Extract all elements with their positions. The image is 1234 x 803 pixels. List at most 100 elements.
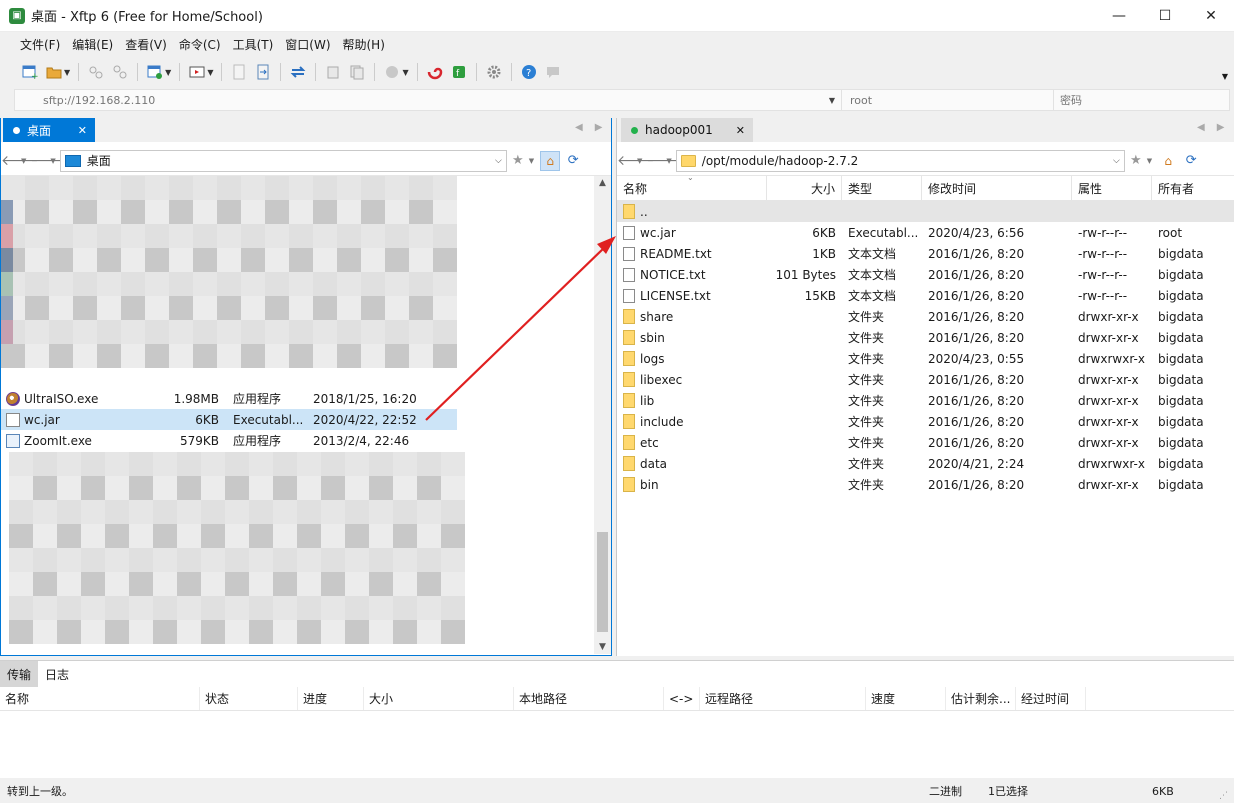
col-modified[interactable]: 修改时间 [922, 176, 1072, 200]
xfer-col-local-path[interactable]: 本地路径 [514, 687, 664, 710]
maximize-button[interactable]: ☐ [1142, 0, 1188, 32]
selection-size: 6KB [1152, 784, 1174, 798]
table-row[interactable]: lib 文件夹 2016/1/26, 8:20 drwxr-xr-x bigdata [617, 390, 1234, 411]
username-input[interactable] [850, 93, 1040, 107]
menu-view[interactable]: 查看(V) [119, 36, 173, 53]
upload-icon[interactable] [252, 61, 274, 83]
forward-arrow-icon[interactable]: 🡒 [30, 152, 68, 169]
status-circle-icon[interactable] [381, 61, 403, 83]
local-file-list: UltraISO.exe 1.98MB 应用程序 2018/1/25, 16:2… [1, 176, 596, 654]
table-row[interactable]: data 文件夹 2020/4/21, 2:24 drwxrwxr-x bigdata [617, 453, 1234, 474]
xfer-col-eta[interactable]: 估计剩余... [946, 687, 1016, 710]
refresh-icon[interactable]: ⟳ [1180, 153, 1202, 168]
print-icon[interactable] [322, 61, 344, 83]
xfer-col-progress[interactable]: 进度 [298, 687, 364, 710]
copy-icon[interactable] [346, 61, 368, 83]
table-row[interactable]: sbin 文件夹 2016/1/26, 8:20 drwxr-xr-x bigdata [617, 327, 1234, 348]
col-type[interactable]: 类型 [842, 176, 922, 200]
toolbar-overflow-icon[interactable]: ▼ [1222, 72, 1228, 81]
table-row[interactable]: libexec 文件夹 2016/1/26, 8:20 drwxr-xr-x bigda… [617, 369, 1234, 390]
tab-scroll-icon[interactable]: ◀▶ [1197, 122, 1234, 133]
tab-transfers[interactable]: 传输 [0, 660, 39, 688]
scroll-down-icon[interactable]: ▼ [594, 642, 611, 652]
connect-icon[interactable] [85, 61, 107, 83]
tab-scroll-icon[interactable]: ◀▶ [575, 122, 614, 133]
local-scrollbar[interactable]: ▲ ▼ [594, 176, 611, 654]
home-icon[interactable]: ⌂ [1158, 150, 1179, 171]
download-icon[interactable] [228, 61, 250, 83]
sync-icon[interactable] [287, 61, 309, 83]
chevron-down-icon[interactable]: ⌵ [495, 156, 502, 166]
scroll-up-icon[interactable]: ▲ [594, 178, 611, 188]
xfer-col-size[interactable]: 大小 [364, 687, 514, 710]
new-window-icon[interactable] [144, 61, 166, 83]
list-item[interactable]: UltraISO.exe 1.98MB 应用程序 2018/1/25, 16:2… [1, 388, 457, 409]
table-row[interactable]: README.txt 1KB 文本文档 2016/1/26, 8:20 -rw-r--r… [617, 243, 1234, 264]
tab-desktop[interactable]: 桌面 ✕ [3, 118, 95, 142]
open-folder-icon[interactable] [43, 61, 65, 83]
xftp-icon[interactable]: f [448, 61, 470, 83]
password-input[interactable] [1060, 93, 1220, 107]
col-attrs[interactable]: 属性 [1072, 176, 1152, 200]
status-bar: 转到上一级。 二进制 1已选择 6KB ⋰ [0, 779, 1234, 803]
table-row[interactable]: etc 文件夹 2016/1/26, 8:20 drwxr-xr-x bigdata [617, 432, 1234, 453]
close-icon[interactable]: ✕ [736, 124, 745, 137]
star-icon[interactable]: ★ [1125, 153, 1147, 168]
close-icon[interactable]: ✕ [78, 124, 87, 137]
resize-grip-icon[interactable]: ⋰ [1219, 791, 1228, 801]
table-row[interactable]: LICENSE.txt 15KB 文本文档 2016/1/26, 8:20 -rw-r-… [617, 285, 1234, 306]
menu-file[interactable]: 文件(F) [14, 36, 66, 53]
back-arrow-icon[interactable]: 🡐 [1, 152, 39, 169]
home-icon[interactable]: ⌂ [540, 150, 561, 171]
menu-window[interactable]: 窗口(W) [279, 36, 336, 53]
host-dropdown-icon[interactable]: ▼ [829, 96, 835, 105]
tab-log[interactable]: 日志 [38, 661, 76, 688]
chevron-down-icon[interactable]: ⌵ [1113, 156, 1120, 166]
back-arrow-icon[interactable]: 🡐 [617, 152, 655, 169]
table-row[interactable]: share 文件夹 2016/1/26, 8:20 drwxr-xr-x bigdata [617, 306, 1234, 327]
new-session-icon[interactable]: + [19, 61, 41, 83]
tab-hadoop001[interactable]: hadoop001 ✕ [621, 118, 753, 142]
terminal-icon[interactable] [186, 61, 208, 83]
list-item[interactable]: ZoomIt.exe 579KB 应用程序 2013/2/4, 22:46 [1, 430, 457, 451]
list-item-selected[interactable]: wc.jar 6KB Executabl... 2020/4/22, 22:52 [1, 409, 457, 430]
star-icon[interactable]: ★ [507, 153, 529, 168]
menu-help[interactable]: 帮助(H) [337, 36, 391, 53]
close-button[interactable]: ✕ [1188, 0, 1234, 32]
xfer-col-speed[interactable]: 速度 [866, 687, 946, 710]
forward-arrow-icon[interactable]: 🡒 [646, 152, 684, 169]
disconnect-icon[interactable] [109, 61, 131, 83]
chat-icon[interactable] [542, 61, 564, 83]
host-input[interactable] [43, 93, 823, 107]
zoomit-icon [6, 433, 20, 448]
remote-path-box[interactable]: /opt/module/hadoop-2.7.2 ⌵ [675, 149, 1125, 172]
xfer-col-elapsed[interactable]: 经过时间 [1016, 687, 1086, 710]
menu-command[interactable]: 命令(C) [173, 36, 227, 53]
address-bar: ▼ [14, 89, 1230, 111]
xshell-icon[interactable] [424, 61, 446, 83]
table-row[interactable]: include 文件夹 2016/1/26, 8:20 drwxr-xr-x bigda… [617, 411, 1234, 432]
menu-tools[interactable]: 工具(T) [227, 36, 280, 53]
xfer-col-direction[interactable]: <-> [664, 687, 700, 710]
xfer-col-remote-path[interactable]: 远程路径 [700, 687, 866, 710]
title-bar: ▣ 桌面 - Xftp 6 (Free for Home/School) — ☐… [0, 0, 1234, 32]
col-size[interactable]: 大小 [767, 176, 842, 200]
refresh-icon[interactable]: ⟳ [562, 153, 584, 168]
xfer-col-status[interactable]: 状态 [200, 687, 298, 710]
minimize-button[interactable]: — [1096, 0, 1142, 32]
sort-chevron-icon: ⌄ [687, 173, 694, 182]
table-row[interactable]: NOTICE.txt 101 Bytes 文本文档 2016/1/26, 8:20 -r… [617, 264, 1234, 285]
local-path-box[interactable]: 桌面 ⌵ [59, 149, 507, 172]
xfer-col-name[interactable]: 名称 [0, 687, 200, 710]
scroll-thumb[interactable] [597, 532, 608, 632]
gear-icon[interactable] [483, 61, 505, 83]
help-icon[interactable]: ? [518, 61, 540, 83]
col-owner[interactable]: 所有者 [1152, 176, 1234, 200]
folder-icon [623, 204, 635, 219]
table-row[interactable]: wc.jar 6KB Executabl... 2020/4/23, 6:56 -rw-… [617, 222, 1234, 243]
menu-edit[interactable]: 编辑(E) [66, 36, 119, 53]
parent-dir-row[interactable]: .. [617, 201, 1234, 222]
local-path: 桌面 [86, 154, 111, 168]
table-row[interactable]: logs 文件夹 2020/4/23, 0:55 drwxrwxr-x bigdata [617, 348, 1234, 369]
table-row[interactable]: bin 文件夹 2016/1/26, 8:20 drwxr-xr-x bigdata [617, 474, 1234, 495]
